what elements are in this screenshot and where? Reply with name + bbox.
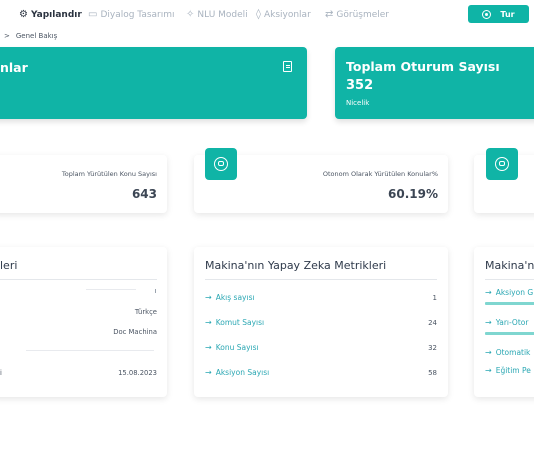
info-card: leri Türkçe Doc Machina i 15.08.2023 [0,247,167,397]
arrow-right-icon: → [485,318,492,327]
card-title: Makina'nı [485,259,534,272]
progress-bar [485,302,534,305]
metric-link-actions[interactable]: → Aksiyon Sayısı [205,368,269,377]
divider [205,279,437,280]
metric-value: 1 [432,294,437,302]
stat-label: Otonom Olarak Yürütülen Konular% [322,170,438,178]
card-title: leri [0,259,18,272]
stat-label: Toplam Yürütülen Konu Sayısı [61,170,157,178]
metric-label: Komut Sayısı [215,318,265,327]
brain-icon: ✧ [186,9,195,20]
stat-value: 60.19% [388,187,438,201]
tour-button[interactable]: Tur [468,5,529,23]
info-value-name: Doc Machina [113,328,157,336]
nav-label: Yapılandır [30,9,82,20]
metric-label: Eğitim Pe [495,366,531,375]
breadcrumb: > Genel Bakış [4,32,57,40]
summary-card-left: nlar [0,47,307,119]
nav-item-gorusmeler[interactable]: ⇄ Görüşmeler [325,9,389,20]
metric-label: Yarı-Otor [495,318,529,327]
nav-item-diyalog-tasarimi[interactable]: ▭ Diyalog Tasarımı [88,9,175,20]
info-label: i [0,369,2,377]
arrow-right-icon: → [205,318,212,327]
metric-value: 32 [428,344,437,352]
play-circle-icon [482,9,492,19]
metric-label: Aksiyon Sayısı [215,368,270,377]
nav-label: Görüşmeler [336,9,390,20]
nav-label: Aksiyonlar [263,9,311,20]
metric-label: Akış sayısı [215,293,255,302]
card-caption: Nicelik [346,99,370,107]
stat-value: 643 [131,187,157,201]
bolt-icon: ◊ [256,9,261,20]
breadcrumb-item[interactable]: Genel Bakış [16,32,57,40]
arrow-right-icon: → [205,293,212,302]
arrow-right-icon: → [205,368,212,377]
gear-icon: ⚙ [19,9,28,20]
stat-card-total-topics: Toplam Yürütülen Konu Sayısı 643 [0,155,167,213]
arrow-right-icon: → [205,343,212,352]
metric-label: Otomatik [495,348,531,357]
nav-item-aksiyonlar[interactable]: ◊ Aksiyonlar [256,9,311,20]
nav-label: NLU Modeli [197,9,248,20]
robot-icon [205,148,237,180]
card-title: Makina'nın Yapay Zeka Metrikleri [205,259,387,272]
chevron-right-icon: > [4,32,10,40]
card-title: Toplam Oturum Sayısı [346,59,500,74]
summary-card-total-sessions: Toplam Oturum Sayısı 352 Nicelik [335,47,534,119]
metric-label: Konu Sayısı [215,343,259,352]
total-sessions-value: 352 [346,78,374,93]
redacted-value [86,289,136,295]
arrow-right-icon: → [485,366,492,375]
nav-item-nlu-modeli[interactable]: ✧ NLU Modeli [186,9,248,20]
ai-metrics-card: Makina'nın Yapay Zeka Metrikleri → Akış … [194,247,448,397]
divider [485,279,534,280]
nav-item-yapilandir[interactable]: ⚙ Yapılandır [19,9,82,20]
metric-value: 24 [428,319,437,327]
metric-link-commands[interactable]: → Komut Sayısı [205,318,264,327]
metric-value: 58 [428,369,437,377]
metric-link[interactable]: → Yarı-Otor [485,318,528,327]
arrow-right-icon: → [485,288,492,297]
info-value-date: 15.08.2023 [118,369,157,377]
arrow-right-icon: → [485,348,492,357]
top-nav: ⚙ Yapılandır ▭ Diyalog Tasarımı ✧ NLU Mo… [0,0,534,30]
document-icon [283,61,292,72]
progress-bar [485,332,534,335]
metric-link-flows[interactable]: → Akış sayısı [205,293,255,302]
card-title: nlar [0,60,28,75]
info-value-language: Türkçe [134,308,157,316]
redacted-value [26,350,154,356]
right-metrics-card: Makina'nı → Aksiyon G → Yarı-Otor → Otom… [474,247,534,397]
metric-link[interactable]: → Aksiyon G [485,288,533,297]
nav-label: Diyalog Tasarımı [100,9,175,20]
metric-label: Aksiyon G [495,288,534,297]
divider [0,279,157,280]
chat-icon: ▭ [88,9,98,20]
tour-button-label: Tur [500,9,515,19]
metric-link-topics[interactable]: → Konu Sayısı [205,343,259,352]
metric-link[interactable]: → Eğitim Pe [485,366,531,375]
swap-icon: ⇄ [325,9,334,20]
metric-link[interactable]: → Otomatik [485,348,530,357]
robot-icon [486,148,518,180]
tick [155,289,156,293]
